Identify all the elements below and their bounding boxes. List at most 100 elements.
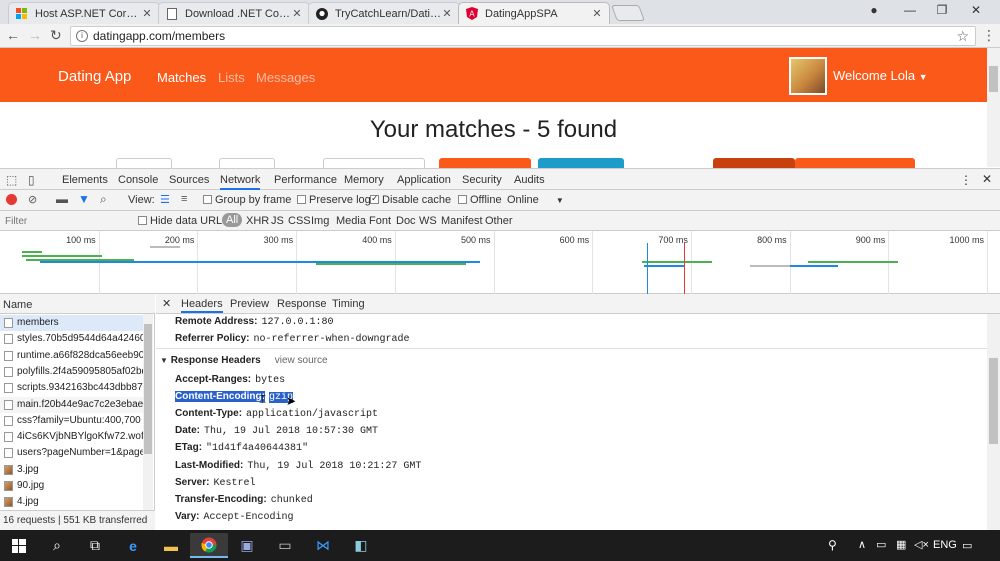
request-row[interactable]: css?family=Ubuntu:400,700 <box>0 413 143 429</box>
request-row[interactable]: styles.70b5d9544d64a424601f <box>0 331 143 347</box>
group-by-frame-checkbox[interactable]: Group by frame <box>203 194 291 206</box>
tab-headers[interactable]: Headers <box>181 298 223 313</box>
filter-field[interactable] <box>116 158 172 168</box>
filter-funnel-icon[interactable]: ▼ <box>78 192 90 206</box>
tab-console[interactable]: Console <box>118 174 158 186</box>
request-row[interactable]: runtime.a66f828dca56eeb90e6 <box>0 348 143 364</box>
browser-tab[interactable]: TryCatchLearn/DatingApp ✕ <box>308 2 460 24</box>
forward-arrow-icon[interactable]: → <box>28 27 42 43</box>
show-hidden-icons-icon[interactable]: ∧ <box>858 538 866 551</box>
type-filter-css[interactable]: CSS <box>288 215 311 227</box>
type-filter-xhr[interactable]: XHR <box>246 215 269 227</box>
brand-logo[interactable]: Dating App <box>58 68 131 85</box>
terminal-icon[interactable]: ▭ <box>266 533 304 558</box>
type-filter-manifest[interactable]: Manifest <box>441 215 483 227</box>
info-icon[interactable]: i <box>76 30 88 42</box>
type-filter-ws[interactable]: WS <box>419 215 437 227</box>
close-detail-icon[interactable]: ✕ <box>162 297 171 310</box>
capture-screenshots-icon[interactable]: ▬ <box>56 192 68 206</box>
menu-kebab-icon[interactable]: ⋮ <box>982 27 996 44</box>
tab-memory[interactable]: Memory <box>344 174 384 186</box>
request-row[interactable]: scripts.9342163bc443dbb876b <box>0 380 143 396</box>
type-filter-js[interactable]: JS <box>271 215 284 227</box>
browser-tab-active[interactable]: A DatingAppSPA ✕ <box>458 2 610 24</box>
tab-performance[interactable]: Performance <box>274 174 337 186</box>
minimize-icon[interactable]: — <box>898 3 922 19</box>
filter-field[interactable] <box>219 158 275 168</box>
scrollbar-thumb[interactable] <box>989 66 998 92</box>
waterfall-view-icon[interactable]: ≡ <box>181 193 187 205</box>
view-source-link[interactable]: view source <box>275 355 328 366</box>
notifications-icon[interactable]: ▭ <box>962 539 972 552</box>
devtools-menu-icon[interactable]: ⋮ <box>960 173 972 187</box>
type-filter-img[interactable]: Img <box>311 215 329 227</box>
vscode-icon[interactable]: ⋈ <box>304 533 342 558</box>
restore-icon[interactable]: ❐ <box>930 3 954 19</box>
filter-field[interactable] <box>323 158 425 168</box>
bookmark-star-icon[interactable]: ☆ <box>956 28 969 45</box>
request-row[interactable]: 4.jpg <box>0 494 143 510</box>
close-window-icon[interactable]: ✕ <box>964 3 988 19</box>
browser-tab[interactable]: Host ASP.NET Core on W ✕ <box>8 2 160 24</box>
request-row[interactable]: 3.jpg <box>0 462 143 478</box>
app-icon[interactable]: ◧ <box>342 533 380 558</box>
nav-lists[interactable]: Lists <box>218 70 245 85</box>
page-scrollbar[interactable] <box>987 48 1000 167</box>
request-row[interactable]: members <box>0 315 143 331</box>
request-row[interactable]: polyfills.2f4a59095805af02bd7 <box>0 364 143 380</box>
request-row[interactable]: users?pageNumber=1&pageSi <box>0 445 143 461</box>
scrollbar-thumb[interactable] <box>989 358 998 444</box>
tab-sources[interactable]: Sources <box>169 174 209 186</box>
response-headers-section-toggle[interactable]: ▼ Response Headers view source <box>160 355 328 366</box>
reset-filters-button[interactable] <box>538 158 624 168</box>
tab-timing[interactable]: Timing <box>332 298 365 310</box>
language-indicator[interactable]: ENG <box>933 539 957 551</box>
start-button-icon[interactable] <box>0 533 38 558</box>
close-tab-icon[interactable]: ✕ <box>591 7 603 20</box>
request-list-scrollbar[interactable] <box>143 314 153 510</box>
close-tab-icon[interactable]: ✕ <box>291 7 303 20</box>
task-view-icon[interactable]: ⧉ <box>76 533 114 558</box>
tab-network[interactable]: Network <box>220 174 261 190</box>
tab-preview[interactable]: Preview <box>230 298 269 310</box>
clear-icon[interactable]: ⊘ <box>28 193 37 206</box>
back-arrow-icon[interactable]: ← <box>6 27 20 43</box>
device-toolbar-icon[interactable]: ▯ <box>28 173 35 187</box>
close-tab-icon[interactable]: ✕ <box>141 7 153 20</box>
browser-tab[interactable]: Download .NET Core 2.1 ✕ <box>158 2 310 24</box>
tab-audits[interactable]: Audits <box>514 174 545 186</box>
tab-elements[interactable]: Elements <box>62 174 108 186</box>
request-row[interactable]: main.f20b44e9ac7c2e3ebaed.js <box>0 396 143 413</box>
search-icon[interactable]: ⌕ <box>38 533 76 558</box>
new-tab-button[interactable] <box>611 5 645 21</box>
close-devtools-icon[interactable]: ✕ <box>982 172 992 186</box>
address-bar[interactable]: i datingapp.com/members ☆ <box>70 26 976 46</box>
network-icon[interactable]: ▦ <box>896 538 906 551</box>
edge-browser-icon[interactable]: e <box>114 533 152 558</box>
type-filter-doc[interactable]: Doc <box>396 215 416 227</box>
type-filter-font[interactable]: Font <box>369 215 391 227</box>
hide-data-urls-checkbox[interactable]: Hide data URLs <box>138 215 228 227</box>
throttling-select[interactable]: Online ▼ <box>507 194 564 206</box>
offline-checkbox[interactable]: Offline <box>458 194 502 206</box>
chrome-browser-icon[interactable] <box>190 533 228 558</box>
disable-cache-checkbox[interactable]: ✓ Disable cache <box>370 193 451 206</box>
profile-icon[interactable]: ● <box>862 3 886 19</box>
name-column-header[interactable]: Name <box>0 294 155 314</box>
large-rows-icon[interactable]: ☰ <box>160 193 170 206</box>
camtasia-icon[interactable]: ▣ <box>228 533 266 558</box>
sort-button-active[interactable] <box>713 158 795 168</box>
type-filter-other[interactable]: Other <box>485 215 513 227</box>
scrollbar-thumb[interactable] <box>144 324 152 454</box>
record-icon[interactable] <box>6 194 17 205</box>
file-explorer-icon[interactable]: ▬ <box>152 533 190 558</box>
search-icon[interactable]: ⌕ <box>100 192 107 207</box>
user-dropdown[interactable]: Welcome Lola ▼ <box>833 68 928 83</box>
sort-button[interactable] <box>795 158 915 168</box>
tab-application[interactable]: Application <box>397 174 451 186</box>
request-row[interactable]: 90.jpg <box>0 478 143 494</box>
apply-filters-button[interactable] <box>439 158 531 168</box>
preserve-log-checkbox[interactable]: Preserve log <box>297 194 371 206</box>
reload-icon[interactable]: ↻ <box>50 27 62 44</box>
network-overview-timeline[interactable]: 100 ms 200 ms 300 ms 400 ms 500 ms 600 ms 700 … <box>0 231 1000 294</box>
